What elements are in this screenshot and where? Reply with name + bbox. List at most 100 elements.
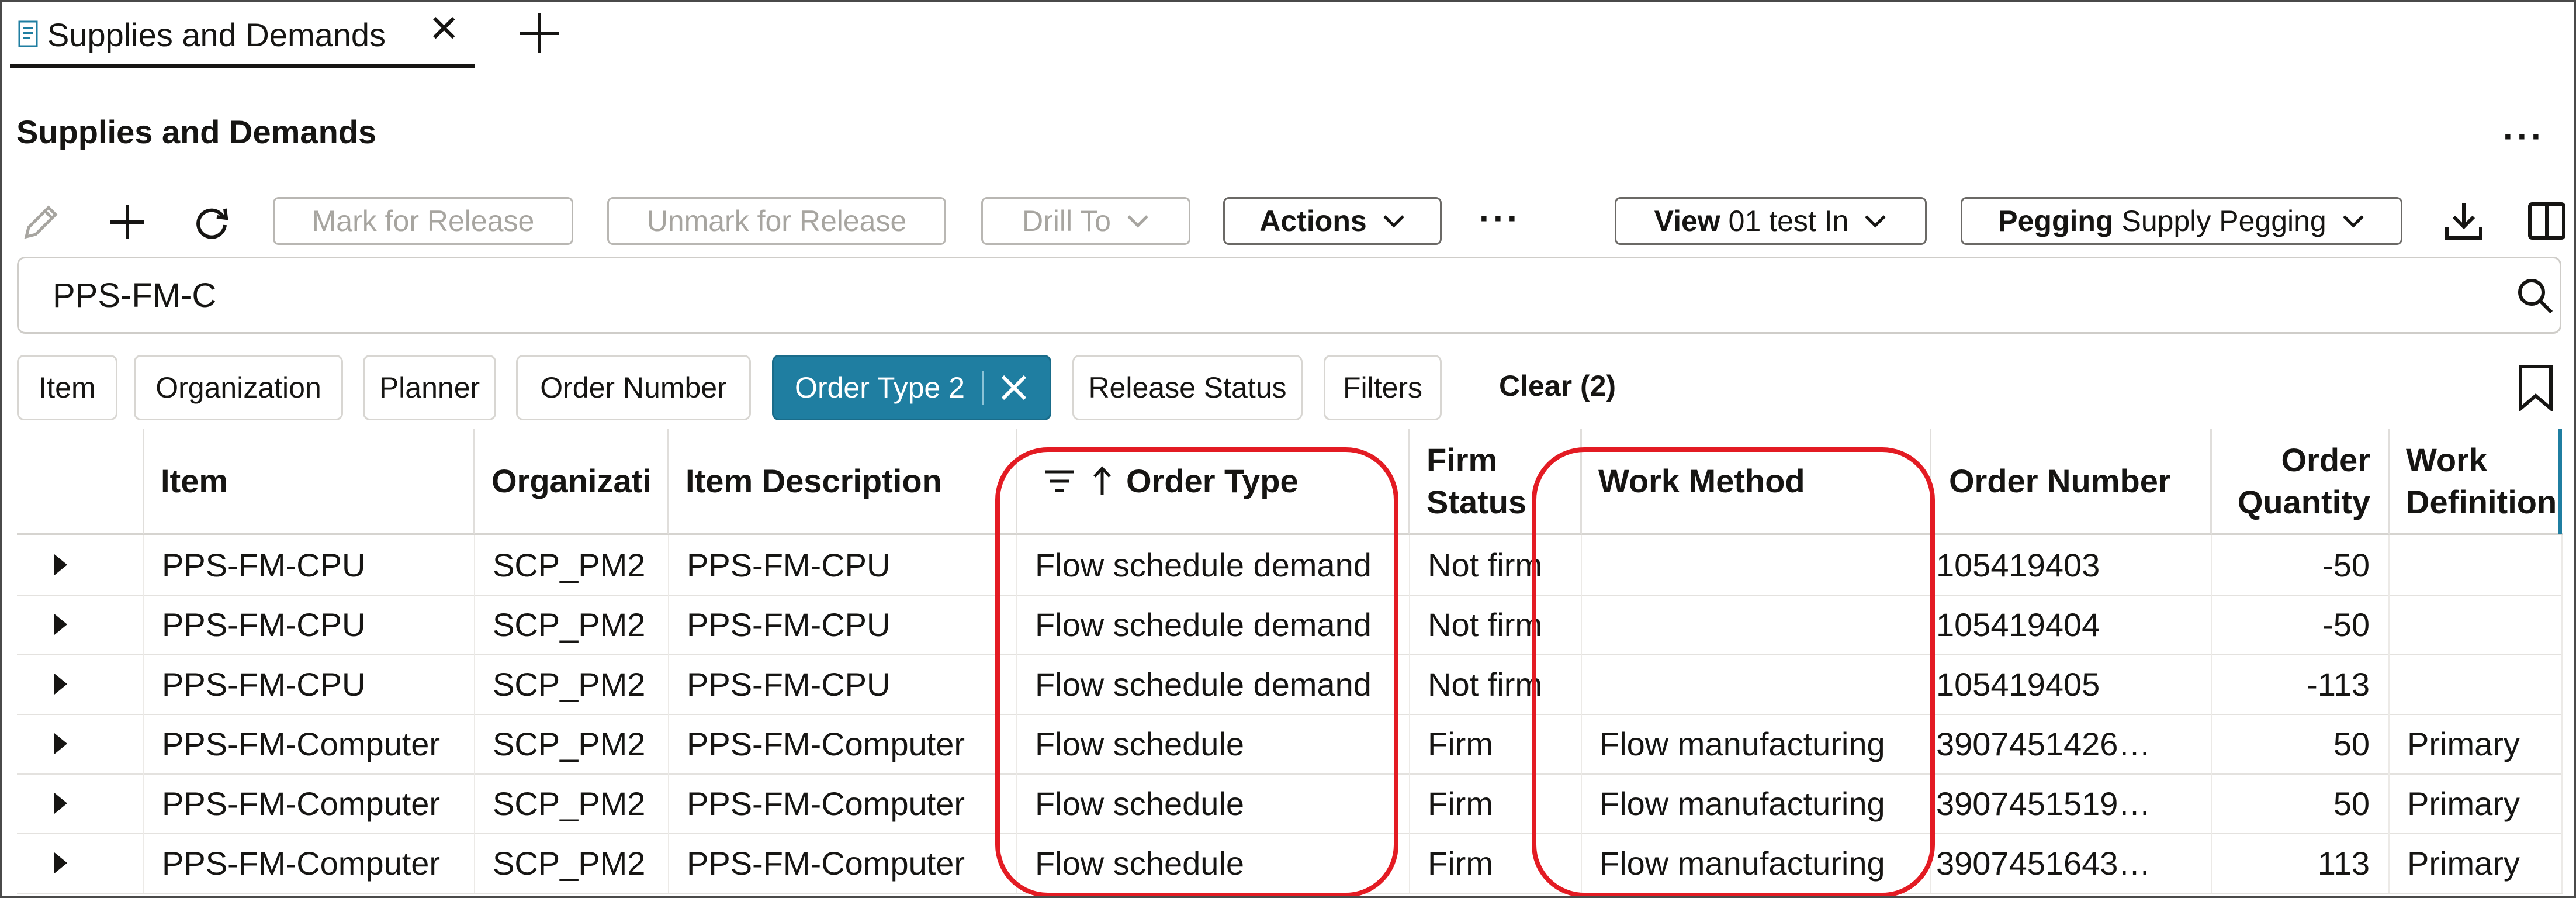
column-header-work-method[interactable]: Work Method bbox=[1582, 429, 1931, 535]
expand-row-icon[interactable] bbox=[54, 852, 67, 873]
filter-chip-item[interactable]: Item bbox=[17, 355, 117, 420]
remove-filter-icon[interactable] bbox=[999, 373, 1029, 402]
column-header-organization[interactable]: Organizati bbox=[475, 429, 669, 535]
column-header-order-number[interactable]: Order Number bbox=[1931, 429, 2212, 535]
cell-order-type-text: Flow schedule bbox=[1035, 785, 1244, 822]
chip-label: Order Number bbox=[540, 371, 727, 404]
pegging-selector[interactable]: Pegging Supply Pegging bbox=[1961, 197, 2402, 245]
cell-item-description-text: PPS-FM-Computer bbox=[687, 844, 965, 882]
download-icon[interactable] bbox=[2442, 199, 2485, 243]
cell-item-text: PPS-FM-CPU bbox=[162, 606, 366, 643]
cell-order-quantity: 50 bbox=[2212, 773, 2390, 833]
view-selector[interactable]: View 01 test In bbox=[1615, 197, 1927, 245]
filter-chip-release-status[interactable]: Release Status bbox=[1072, 355, 1303, 420]
cell-organization-text: SCP_PM2 bbox=[493, 665, 646, 703]
cell-work-method-text: Flow manufacturing bbox=[1599, 785, 1885, 822]
actions-button[interactable]: Actions bbox=[1223, 197, 1442, 245]
expand-row-icon[interactable] bbox=[54, 554, 67, 575]
more-options-icon[interactable]: ··· bbox=[2503, 116, 2545, 157]
refresh-icon[interactable] bbox=[190, 201, 233, 244]
cell-order-quantity-text: -113 bbox=[2307, 665, 2370, 703]
drill-to-button[interactable]: Drill To bbox=[981, 197, 1190, 245]
clear-filters-link[interactable]: Clear (2) bbox=[1499, 369, 1616, 403]
split-view-icon[interactable] bbox=[2525, 199, 2568, 243]
cell-order-number-text: 105419405 bbox=[1936, 665, 2100, 703]
table-row[interactable]: PPS-FM-Computer SCP_PM2 PPS-FM-Computer Flo… bbox=[17, 773, 2563, 834]
filter-chip-order-type[interactable]: Order Type 2 bbox=[772, 355, 1051, 420]
filter-chip-order-number[interactable]: Order Number bbox=[516, 355, 751, 420]
table-row[interactable]: PPS-FM-Computer SCP_PM2 PPS-FM-Computer Flo… bbox=[17, 833, 2563, 894]
cell-order-quantity: -50 bbox=[2212, 535, 2390, 595]
expand-row-icon[interactable] bbox=[54, 674, 67, 695]
cell-firm-status-text: Firm bbox=[1428, 844, 1493, 882]
search-icon[interactable] bbox=[2514, 275, 2556, 317]
pegging-value: Supply Pegging bbox=[2121, 205, 2326, 237]
cell-organization: SCP_PM2 bbox=[475, 654, 669, 714]
column-header-work-definition[interactable]: Work Definition bbox=[2390, 429, 2563, 535]
header-label-line1: Order bbox=[2281, 441, 2371, 478]
cell-organization: SCP_PM2 bbox=[475, 714, 669, 773]
expand-row-icon[interactable] bbox=[54, 793, 67, 814]
cell-order-number: 3907451426… bbox=[1931, 714, 2212, 773]
mark-for-release-button[interactable]: Mark for Release bbox=[273, 197, 573, 245]
cell-item: PPS-FM-CPU bbox=[144, 535, 475, 595]
header-label: Organizati bbox=[491, 462, 652, 499]
chevron-down-icon bbox=[1865, 215, 1886, 228]
cell-order-number-text: 3907451643… bbox=[1936, 844, 2151, 882]
bookmark-icon[interactable] bbox=[2515, 364, 2557, 411]
cell-firm-status-text: Not firm bbox=[1428, 606, 1542, 643]
header-label: Work Method bbox=[1598, 462, 1805, 499]
expand-cell bbox=[17, 773, 144, 833]
filter-lines-icon bbox=[1045, 470, 1074, 492]
tab-bar: Supplies and Demands ✕ bbox=[2, 2, 2574, 71]
cell-work-definition: Primary bbox=[2390, 833, 2563, 893]
close-tab-icon[interactable]: ✕ bbox=[428, 10, 460, 47]
expand-row-icon[interactable] bbox=[54, 614, 67, 635]
cell-firm-status: Firm bbox=[1410, 773, 1582, 833]
edit-pencil-icon[interactable] bbox=[19, 201, 63, 244]
filter-chip-organization[interactable]: Organization bbox=[134, 355, 343, 420]
table-row[interactable]: PPS-FM-CPU SCP_PM2 PPS-FM-CPU Flow schedule… bbox=[17, 535, 2563, 596]
filters-button[interactable]: Filters bbox=[1324, 355, 1442, 420]
cell-organization: SCP_PM2 bbox=[475, 595, 669, 654]
cell-work-definition: Primary bbox=[2390, 714, 2563, 773]
app-window: Supplies and Demands ✕ Supplies and Dema… bbox=[0, 0, 2576, 898]
column-header-order-type[interactable]: Order Type bbox=[1017, 429, 1410, 535]
pegging-label: Pegging bbox=[1998, 205, 2114, 237]
cell-item-text: PPS-FM-CPU bbox=[162, 665, 366, 703]
table-row[interactable]: PPS-FM-CPU SCP_PM2 PPS-FM-CPU Flow schedule… bbox=[17, 654, 2563, 715]
tab-supplies-and-demands[interactable]: Supplies and Demands ✕ bbox=[10, 2, 475, 67]
horizontal-scroll-indicator[interactable] bbox=[2558, 429, 2562, 534]
cell-order-type-text: Flow schedule demand bbox=[1035, 546, 1372, 583]
cell-work-definition bbox=[2390, 595, 2563, 654]
unmark-for-release-button[interactable]: Unmark for Release bbox=[607, 197, 946, 245]
cell-firm-status: Firm bbox=[1410, 714, 1582, 773]
cell-order-quantity-text: 50 bbox=[2333, 785, 2370, 822]
cell-item-description-text: PPS-FM-Computer bbox=[687, 725, 965, 762]
cell-work-method: Flow manufacturing bbox=[1582, 833, 1931, 893]
column-header-item-description[interactable]: Item Description bbox=[669, 429, 1017, 535]
column-header-firm-status[interactable]: Firm Status bbox=[1410, 429, 1582, 535]
table-row[interactable]: PPS-FM-CPU SCP_PM2 PPS-FM-CPU Flow schedule… bbox=[17, 595, 2563, 655]
cell-order-number-text: 3907451519… bbox=[1936, 785, 2151, 822]
sort-ascending-icon bbox=[1093, 465, 1111, 495]
column-header-order-quantity[interactable]: Order Quantity bbox=[2212, 429, 2390, 535]
chevron-down-icon bbox=[2342, 215, 2364, 228]
view-value: 01 test In bbox=[1728, 205, 1849, 237]
expand-row-icon[interactable] bbox=[54, 733, 67, 754]
column-header-item[interactable]: Item bbox=[144, 429, 475, 535]
filter-chip-planner[interactable]: Planner bbox=[363, 355, 496, 420]
search-field[interactable]: PPS-FM-C bbox=[17, 257, 2561, 334]
cell-organization-text: SCP_PM2 bbox=[493, 546, 646, 583]
cell-order-type-text: Flow schedule demand bbox=[1035, 665, 1372, 703]
cell-work-method-text: Flow manufacturing bbox=[1599, 844, 1885, 882]
cell-work-method: Flow manufacturing bbox=[1582, 714, 1931, 773]
table-row[interactable]: PPS-FM-Computer SCP_PM2 PPS-FM-Computer Flo… bbox=[17, 714, 2563, 775]
cell-order-type: Flow schedule demand bbox=[1017, 654, 1410, 714]
toolbar-overflow-icon[interactable]: ··· bbox=[1479, 198, 1521, 239]
cell-firm-status: Not firm bbox=[1410, 535, 1582, 595]
cell-item: PPS-FM-CPU bbox=[144, 595, 475, 654]
header-label-line2: Quantity bbox=[2237, 483, 2370, 520]
add-icon[interactable] bbox=[106, 201, 149, 244]
new-tab-icon[interactable] bbox=[516, 10, 563, 57]
